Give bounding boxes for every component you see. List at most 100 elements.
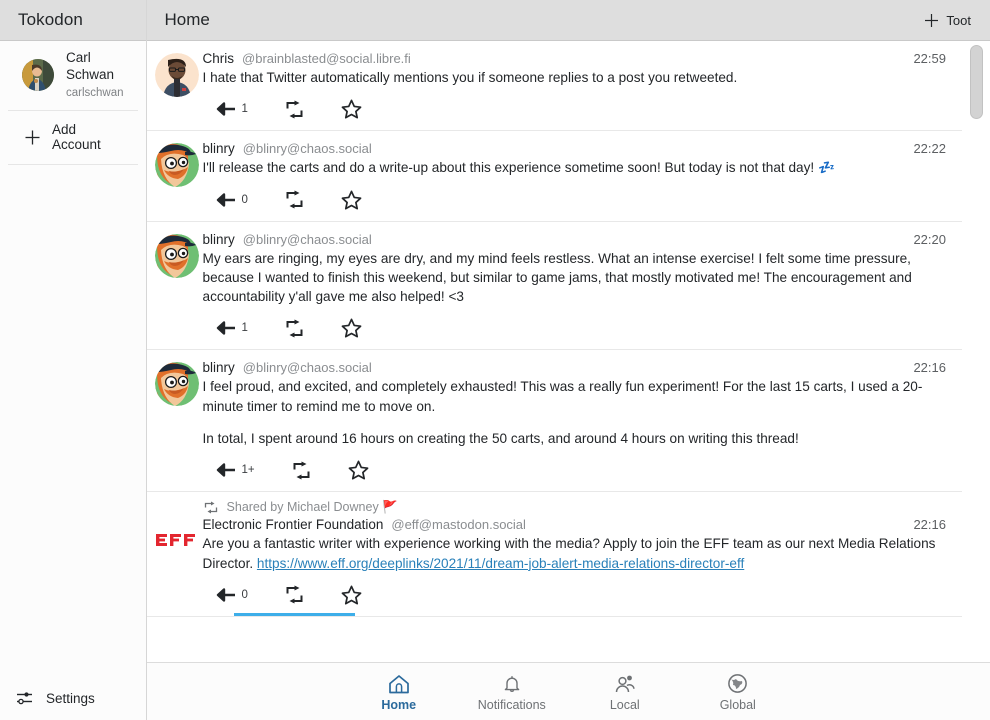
post-content: My ears are ringing, my eyes are dry, an… [203, 249, 946, 307]
post-avatar-column [151, 141, 203, 220]
post-avatar-column [151, 51, 203, 130]
post-paragraph: I hate that Twitter automatically mentio… [202, 70, 738, 85]
favorite-button[interactable] [329, 580, 374, 610]
plus-icon [24, 129, 41, 146]
timeline[interactable]: Chris @brainblasted@social.libre.fi 22:5… [146, 41, 990, 662]
toot-button[interactable]: Toot [919, 10, 976, 31]
reply-count: 1 [241, 103, 248, 116]
avatar [22, 59, 54, 92]
favorite-button[interactable] [329, 185, 374, 215]
post-display-name[interactable]: blinry [203, 232, 235, 247]
post-content: I feel proud, and excited, and completel… [203, 377, 946, 448]
bell-icon [502, 674, 522, 694]
boost-button[interactable] [233, 580, 355, 617]
boost-button[interactable] [272, 95, 317, 124]
avatar-blinry[interactable] [154, 143, 199, 188]
nav-item-home[interactable]: Home [342, 672, 455, 712]
scrollbar-thumb[interactable] [970, 45, 983, 119]
avatar-blinry[interactable] [154, 233, 199, 278]
post-timestamp: 22:22 [913, 141, 946, 157]
boost-button[interactable] [279, 456, 324, 485]
reply-button[interactable]: 0 [203, 583, 260, 607]
bottom-navigation: Home Notifications Local Global [146, 662, 990, 720]
add-account-label: Add Account [52, 122, 101, 153]
post-display-name[interactable]: blinry [203, 141, 235, 156]
favorite-button[interactable] [329, 94, 374, 124]
post-header: blinry @blinry@chaos.social 22:22 [203, 141, 946, 156]
post-paragraph: Are you a fantastic writer with experien… [203, 534, 946, 573]
tokodon-window: Tokodon Carl Schwan carlschwan Add Accou… [0, 0, 990, 720]
reply-button[interactable]: 1 [203, 316, 260, 340]
nav-item-local[interactable]: Local [568, 672, 681, 712]
post-handle[interactable]: @blinry@chaos.social [243, 232, 372, 247]
post-link[interactable]: https://www.eff.org/deeplinks/2021/11/dr… [257, 556, 744, 571]
post-item[interactable]: blinry @blinry@chaos.social 22:20 My ear… [146, 222, 962, 351]
reply-button[interactable]: 1+ [203, 458, 267, 482]
favorite-button[interactable] [336, 455, 381, 485]
post-body: blinry @blinry@chaos.social 22:20 My ear… [203, 232, 948, 350]
nav-label-notifications: Notifications [477, 697, 546, 712]
post-body: Shared by Michael Downey 🚩 Electronic Fr… [203, 500, 948, 617]
globe-icon [727, 673, 748, 694]
reply-count: 1+ [241, 464, 255, 477]
post-handle[interactable]: @eff@mastodon.social [391, 517, 526, 532]
nav-item-global[interactable]: Global [681, 671, 794, 712]
toot-button-label: Toot [946, 12, 971, 28]
post-header: blinry @blinry@chaos.social 22:20 [203, 232, 946, 247]
post-avatar-column [151, 232, 203, 350]
favorite-button[interactable] [329, 313, 374, 343]
post-item[interactable]: Shared by Michael Downey 🚩 Electronic Fr… [146, 492, 962, 617]
reply-count: 0 [241, 193, 248, 206]
main-panel: Home Toot Chris @brainblasted@social.lib… [146, 0, 990, 720]
boost-button[interactable] [272, 185, 317, 214]
post-item[interactable]: Chris @brainblasted@social.libre.fi 22:5… [146, 41, 962, 132]
post-display-name[interactable]: blinry [203, 360, 235, 375]
post-header: blinry @blinry@chaos.social 22:16 [203, 360, 946, 375]
post-handle[interactable]: @blinry@chaos.social [243, 360, 372, 375]
reply-button[interactable]: 1 [203, 97, 260, 121]
timeline-scrollbar[interactable] [970, 41, 983, 662]
sidebar-header: Tokodon [0, 0, 146, 41]
avatar-eff[interactable] [154, 530, 199, 575]
account-display-name: Carl Schwan [66, 50, 115, 82]
post-paragraph: My ears are ringing, my eyes are dry, an… [202, 250, 912, 305]
nav-label-local: Local [609, 697, 640, 712]
post-avatar-column [151, 502, 203, 616]
account-texts: Carl Schwan carlschwan [66, 50, 124, 100]
people-icon [614, 674, 636, 694]
avatar-chris[interactable] [154, 53, 199, 97]
post-paragraph: I'll release the carts and do a write-up… [202, 160, 835, 176]
post-item[interactable]: blinry @blinry@chaos.social 22:16 I feel… [146, 350, 962, 493]
home-icon [388, 674, 410, 694]
post-actions: 1+ [203, 455, 946, 491]
plus-icon [924, 13, 939, 28]
post-actions: 0 [203, 580, 946, 617]
page-title: Home [164, 10, 210, 29]
add-account-button[interactable]: Add Account [8, 111, 138, 166]
reply-button[interactable]: 0 [203, 188, 260, 212]
post-header: Electronic Frontier Foundation @eff@mast… [203, 517, 946, 532]
post-display-name[interactable]: Electronic Frontier Foundation [203, 517, 384, 532]
post-timestamp: 22:16 [913, 360, 946, 376]
post-body: Chris @brainblasted@social.libre.fi 22:5… [203, 51, 948, 130]
boost-button[interactable] [272, 314, 317, 343]
post-handle[interactable]: @blinry@chaos.social [243, 141, 372, 156]
post-handle[interactable]: @brainblasted@social.libre.fi [242, 51, 411, 66]
settings-label: Settings [46, 690, 95, 706]
nav-item-notifications[interactable]: Notifications [455, 672, 568, 712]
boost-icon [203, 501, 219, 514]
post-content: I hate that Twitter automatically mentio… [203, 68, 946, 87]
sidebar-account-carlschwan[interactable]: Carl Schwan carlschwan [8, 41, 138, 112]
post-item[interactable]: blinry @blinry@chaos.social 22:22 I'll r… [146, 131, 962, 222]
main-header: Home Toot [146, 0, 990, 41]
post-display-name[interactable]: Chris [203, 51, 235, 66]
post-header: Chris @brainblasted@social.libre.fi 22:5… [203, 51, 946, 66]
post-paragraph: In total, I spent around 16 hours on cre… [202, 431, 799, 447]
post-avatar-column [151, 360, 203, 491]
boosted-by-line: Shared by Michael Downey 🚩 [203, 500, 946, 515]
sidebar: Tokodon Carl Schwan carlschwan Add Accou… [0, 0, 147, 720]
nav-label-global: Global [719, 698, 756, 712]
avatar-blinry[interactable] [154, 362, 199, 407]
settings-button[interactable]: Settings [0, 680, 146, 720]
sliders-icon [16, 690, 34, 706]
